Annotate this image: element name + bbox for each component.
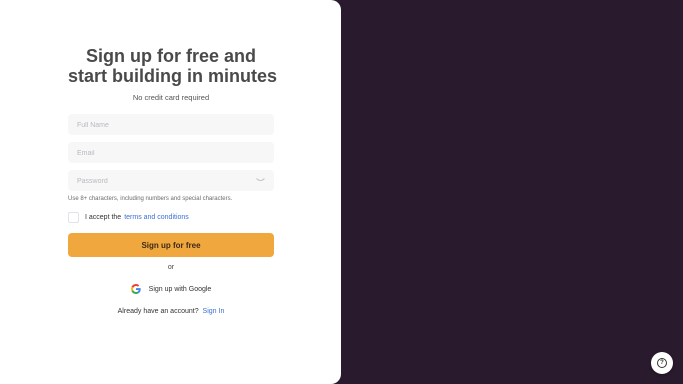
or-divider: or: [167, 264, 175, 271]
terms-checkbox[interactable]: [68, 211, 79, 223]
eye-icon[interactable]: [256, 177, 265, 183]
subtitle: No credit card required: [132, 93, 210, 102]
signup-button[interactable]: Sign up for free: [68, 233, 274, 257]
google-button-label: Sign up with Google: [148, 285, 212, 293]
password-field-wrapper: [68, 170, 274, 192]
full-name-field-wrapper: [68, 114, 274, 136]
full-name-input[interactable]: [68, 115, 274, 136]
password-input[interactable]: [68, 171, 274, 192]
have-account-text: Already have an account?: [117, 308, 199, 315]
google-signup-button[interactable]: Sign up with Google: [68, 279, 274, 299]
help-button[interactable]: ?: [651, 352, 673, 374]
email-field-wrapper: [68, 142, 274, 164]
signup-panel: Sign up for free and start building in m…: [0, 0, 341, 384]
terms-row: I accept the terms and conditions: [68, 211, 274, 223]
title-line-2: start building in minutes: [68, 66, 278, 86]
accept-label: I accept the: [85, 213, 122, 221]
help-icon: ?: [657, 358, 667, 368]
signup-form: Sign up for free and start building in m…: [68, 46, 278, 315]
signin-prompt: Already have an account? Sign In: [68, 308, 274, 315]
google-icon: [130, 284, 141, 294]
title-line-1: Sign up for free and: [85, 46, 256, 66]
signin-link[interactable]: Sign In: [203, 308, 225, 315]
page-title: Sign up for free and start building in m…: [68, 46, 278, 86]
password-hint: Use 8+ characters, including numbers and…: [68, 196, 233, 202]
email-input[interactable]: [68, 143, 274, 164]
terms-link[interactable]: terms and conditions: [124, 214, 189, 221]
